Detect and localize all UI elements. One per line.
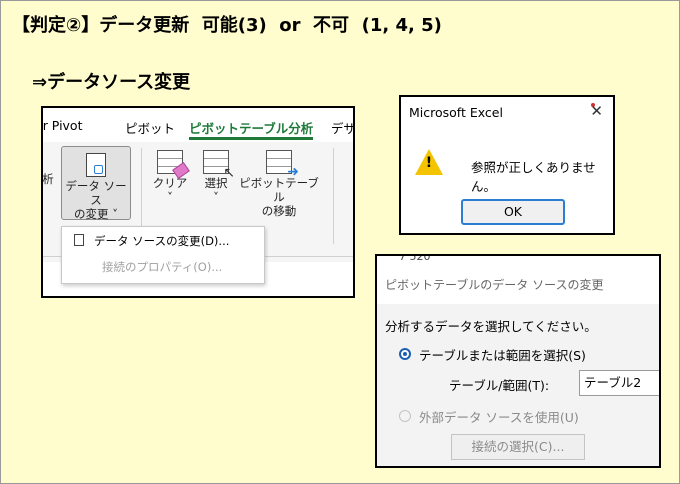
excel-error-dialog: Microsoft Excel ✕ ! 参照が正しくありません。 OK	[399, 95, 615, 235]
radio-external-source-label[interactable]: 外部データ ソースを使用(U)	[419, 407, 579, 426]
dropdown-connection-properties[interactable]: 接続のプロパティ(O)...	[102, 259, 222, 275]
partial-button-label: 析	[42, 172, 54, 186]
clear-button[interactable]: クリア ˅	[147, 150, 193, 204]
radio-table-range[interactable]	[399, 348, 411, 360]
ribbon-screenshot: er Pivot ピボット ピボットテーブル分析 デザ 析 データ ソース の変…	[41, 106, 355, 298]
dropdown-change-source[interactable]: データ ソースの変更(D)...	[94, 233, 229, 249]
tab-design[interactable]: デザ	[331, 118, 353, 137]
tab-pivot[interactable]: ピボット	[125, 118, 175, 137]
change-data-source-button[interactable]: データ ソース の変更 ˅	[61, 146, 131, 221]
move-label-2: の移動	[261, 204, 297, 218]
move-icon	[266, 150, 299, 179]
change-data-source-label-1: データ ソース	[65, 179, 127, 207]
select-button[interactable]: 選択 ˅	[193, 150, 239, 204]
select-icon	[203, 150, 235, 180]
ok-button[interactable]: OK	[461, 199, 565, 225]
dialog-prompt: 分析するデータを選択してください。	[385, 319, 597, 334]
close-icon[interactable]: ✕	[590, 102, 603, 120]
radio-table-range-label[interactable]: テーブルまたは範囲を選択(S)	[419, 345, 586, 364]
select-chevron: ˅	[213, 190, 219, 204]
partial-button[interactable]: 析	[42, 172, 55, 186]
warning-mark: !	[425, 155, 433, 171]
dialog-title: Microsoft Excel	[409, 105, 503, 120]
clear-chevron: ˅	[167, 190, 173, 204]
tab-pivottable-analyze[interactable]: ピボットテーブル分析	[189, 118, 313, 137]
slide-subheading: ⇒データソース変更	[32, 72, 191, 93]
active-tab-underline	[189, 137, 313, 140]
doc-icon	[74, 234, 84, 246]
tab-power-pivot[interactable]: er Pivot	[43, 118, 83, 133]
error-message: 参照が正しくありません。	[471, 160, 596, 194]
radio-external-source[interactable]	[399, 410, 411, 422]
change-source-dropdown: データ ソースの変更(D)... 接続のプロパティ(O)...	[61, 226, 265, 284]
range-input[interactable]: テーブル2	[579, 370, 659, 396]
ribbon-tabs: er Pivot ピボット ピボットテーブル分析 デザ	[43, 108, 353, 140]
change-data-source-dialog: 7 520 ピボットテーブルのデータ ソースの変更 分析するデータを選択してくだ…	[375, 254, 661, 468]
slide-heading: 【判定②】データ更新 可能(3) or 不可 (1, 4, 5)	[12, 15, 442, 36]
move-label-1: ピボットテーブル	[239, 176, 319, 204]
range-label: テーブル/範囲(T):	[449, 378, 550, 393]
group-divider	[333, 148, 334, 244]
change-data-source-label-2: の変更 ˅	[74, 207, 118, 221]
cell-value: 7 520	[399, 254, 431, 263]
choose-connection-button[interactable]: 接続の選択(C)...	[451, 434, 585, 460]
dialog-title: ピボットテーブルのデータ ソースの変更	[385, 278, 604, 292]
move-pivottable-button[interactable]: ピボットテーブル の移動	[239, 150, 319, 218]
data-source-icon	[86, 153, 106, 177]
dialog-header: 7 520 ピボットテーブルのデータ ソースの変更	[377, 256, 659, 304]
clear-label: クリア	[152, 176, 188, 190]
clear-icon	[157, 150, 183, 174]
